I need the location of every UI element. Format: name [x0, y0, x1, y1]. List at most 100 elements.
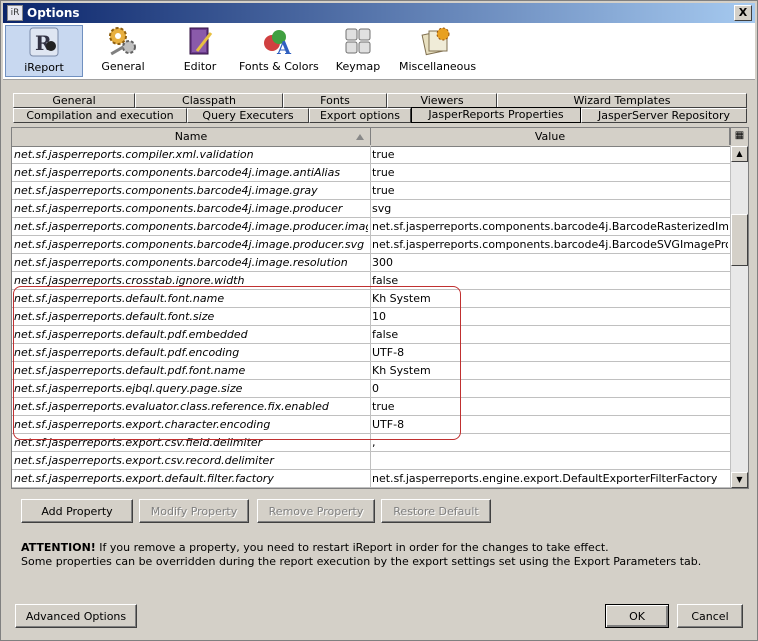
advanced-options-button[interactable]: Advanced Options	[15, 604, 137, 628]
toolbar-label: iReport	[24, 61, 64, 74]
table-row[interactable]: net.sf.jasperreports.export.character.en…	[12, 416, 730, 434]
property-value-cell[interactable]: ,	[372, 434, 728, 451]
ok-button[interactable]: OK	[605, 604, 669, 628]
properties-table: Name Value ▦ net.sf.jasperreports.compil…	[11, 127, 749, 489]
table-row[interactable]: net.sf.jasperreports.crosstab.ignore.wid…	[12, 272, 730, 290]
scrollbar-thumb[interactable]	[731, 214, 748, 266]
property-name-cell[interactable]: net.sf.jasperreports.export.csv.field.de…	[14, 434, 368, 451]
scroll-down-arrow-icon[interactable]: ▼	[731, 472, 748, 488]
property-name-cell[interactable]: net.sf.jasperreports.default.font.name	[14, 290, 368, 307]
property-value-cell[interactable]: net.sf.jasperreports.components.barcode4…	[372, 236, 728, 253]
toolbar-ireport[interactable]: R iReport	[5, 25, 83, 77]
table-row[interactable]: net.sf.jasperreports.ejbql.query.page.si…	[12, 380, 730, 398]
notice-line-2: Some properties can be overridden during…	[21, 555, 702, 568]
property-name-cell[interactable]: net.sf.jasperreports.components.barcode4…	[14, 200, 368, 217]
property-value-cell[interactable]: false	[372, 326, 728, 343]
table-row[interactable]: net.sf.jasperreports.components.barcode4…	[12, 182, 730, 200]
miscellaneous-icon	[419, 25, 453, 57]
table-row[interactable]: net.sf.jasperreports.components.barcode4…	[12, 164, 730, 182]
restore-default-button[interactable]: Restore Default	[381, 499, 491, 523]
column-chooser-icon[interactable]: ▦	[730, 128, 748, 145]
toolbar-miscellaneous[interactable]: Miscellaneous	[399, 25, 476, 77]
ireport-app-icon: iR	[7, 5, 23, 21]
table-header: Name Value ▦	[12, 128, 748, 147]
tab-classpath[interactable]: Classpath	[135, 93, 283, 108]
editor-book-icon	[183, 25, 217, 57]
table-row[interactable]: net.sf.jasperreports.default.font.size 10	[12, 308, 730, 326]
table-row[interactable]: net.sf.jasperreports.compiler.xml.valida…	[12, 146, 730, 164]
fonts-colors-icon: A	[261, 25, 295, 59]
property-name-cell[interactable]: net.sf.jasperreports.components.barcode4…	[14, 218, 368, 235]
property-name-cell[interactable]: net.sf.jasperreports.components.barcode4…	[14, 254, 368, 271]
property-name-cell[interactable]: net.sf.jasperreports.default.pdf.font.na…	[14, 362, 368, 379]
property-value-cell[interactable]: true	[372, 164, 728, 181]
tab-general[interactable]: General	[13, 93, 135, 108]
property-name-cell[interactable]: net.sf.jasperreports.evaluator.class.ref…	[14, 398, 368, 415]
property-name-cell[interactable]: net.sf.jasperreports.default.pdf.embedde…	[14, 326, 368, 343]
property-value-cell[interactable]: true	[372, 398, 728, 415]
table-row[interactable]: net.sf.jasperreports.components.barcode4…	[12, 236, 730, 254]
remove-property-button[interactable]: Remove Property	[257, 499, 375, 523]
tab-jasperreports-properties[interactable]: JasperReports Properties	[411, 107, 581, 123]
property-name-cell[interactable]: net.sf.jasperreports.components.barcode4…	[14, 164, 368, 181]
property-name-cell[interactable]: net.sf.jasperreports.default.font.size	[14, 308, 368, 325]
property-name-cell[interactable]: net.sf.jasperreports.components.barcode4…	[14, 236, 368, 253]
table-row[interactable]: net.sf.jasperreports.export.csv.field.de…	[12, 434, 730, 452]
tab-fonts[interactable]: Fonts	[283, 93, 387, 108]
property-value-cell[interactable]: UTF-8	[372, 416, 728, 433]
toolbar-label: Keymap	[335, 60, 381, 73]
table-row[interactable]: net.sf.jasperreports.evaluator.class.ref…	[12, 398, 730, 416]
tab-viewers[interactable]: Viewers	[387, 93, 497, 108]
tab-wizard-templates[interactable]: Wizard Templates	[497, 93, 747, 108]
sort-ascending-icon	[356, 134, 364, 140]
property-name-cell[interactable]: net.sf.jasperreports.components.barcode4…	[14, 182, 368, 199]
property-value-cell[interactable]: false	[372, 272, 728, 289]
toolbar-fonts-colors[interactable]: A Fonts & Colors	[239, 25, 319, 77]
property-name-cell[interactable]: net.sf.jasperreports.compiler.xml.valida…	[14, 146, 368, 163]
table-row[interactable]: net.sf.jasperreports.components.barcode4…	[12, 200, 730, 218]
tab-export-options[interactable]: Export options	[309, 108, 411, 123]
cancel-button[interactable]: Cancel	[677, 604, 743, 628]
toolbar-keymap[interactable]: Keymap	[329, 25, 387, 77]
property-value-cell[interactable]: 300	[372, 254, 728, 271]
property-value-cell[interactable]: net.sf.jasperreports.engine.export.Defau…	[372, 470, 728, 487]
property-name-cell[interactable]: net.sf.jasperreports.export.default.filt…	[14, 470, 368, 487]
property-value-cell[interactable]: Kh System	[372, 362, 728, 379]
table-row[interactable]: net.sf.jasperreports.default.font.name Kh…	[12, 290, 730, 308]
property-name-cell[interactable]: net.sf.jasperreports.default.pdf.encodin…	[14, 344, 368, 361]
property-value-cell[interactable]: true	[372, 182, 728, 199]
table-row[interactable]: net.sf.jasperreports.components.barcode4…	[12, 254, 730, 272]
table-row[interactable]: net.sf.jasperreports.default.pdf.encodin…	[12, 344, 730, 362]
column-header-value[interactable]: Value	[371, 128, 730, 145]
column-header-name[interactable]: Name	[12, 128, 371, 145]
property-value-cell[interactable]: Kh System	[372, 290, 728, 307]
property-value-cell[interactable]: svg	[372, 200, 728, 217]
property-value-cell[interactable]: 10	[372, 308, 728, 325]
modify-property-button[interactable]: Modify Property	[139, 499, 249, 523]
tab-query-executers[interactable]: Query Executers	[187, 108, 309, 123]
tab-jasperserver-repository[interactable]: JasperServer Repository	[581, 108, 747, 123]
scroll-up-arrow-icon[interactable]: ▲	[731, 146, 748, 162]
property-value-cell[interactable]	[372, 452, 728, 469]
property-value-cell[interactable]: true	[372, 146, 728, 163]
table-row[interactable]: net.sf.jasperreports.default.pdf.embedde…	[12, 326, 730, 344]
property-name-cell[interactable]: net.sf.jasperreports.export.character.en…	[14, 416, 368, 433]
add-property-button[interactable]: Add Property	[21, 499, 133, 523]
property-value-cell[interactable]: net.sf.jasperreports.components.barcode4…	[372, 218, 728, 235]
property-value-cell[interactable]: 0	[372, 380, 728, 397]
property-value-cell[interactable]: UTF-8	[372, 344, 728, 361]
table-row[interactable]: net.sf.jasperreports.export.default.filt…	[12, 470, 730, 488]
tab-compilation-execution[interactable]: Compilation and execution	[13, 108, 187, 123]
table-row[interactable]: net.sf.jasperreports.export.csv.record.d…	[12, 452, 730, 470]
property-name-cell[interactable]: net.sf.jasperreports.ejbql.query.page.si…	[14, 380, 368, 397]
property-name-cell[interactable]: net.sf.jasperreports.crosstab.ignore.wid…	[14, 272, 368, 289]
tab-strip: General Classpath Fonts Viewers Wizard T…	[11, 91, 751, 125]
toolbar-label: General	[101, 60, 145, 73]
close-button[interactable]: X	[734, 5, 752, 21]
table-row[interactable]: net.sf.jasperreports.default.pdf.font.na…	[12, 362, 730, 380]
toolbar-editor[interactable]: Editor	[171, 25, 229, 77]
toolbar-general[interactable]: General	[91, 25, 155, 77]
property-name-cell[interactable]: net.sf.jasperreports.export.csv.record.d…	[14, 452, 368, 469]
vertical-scrollbar[interactable]: ▲ ▼	[730, 146, 748, 488]
table-row[interactable]: net.sf.jasperreports.components.barcode4…	[12, 218, 730, 236]
